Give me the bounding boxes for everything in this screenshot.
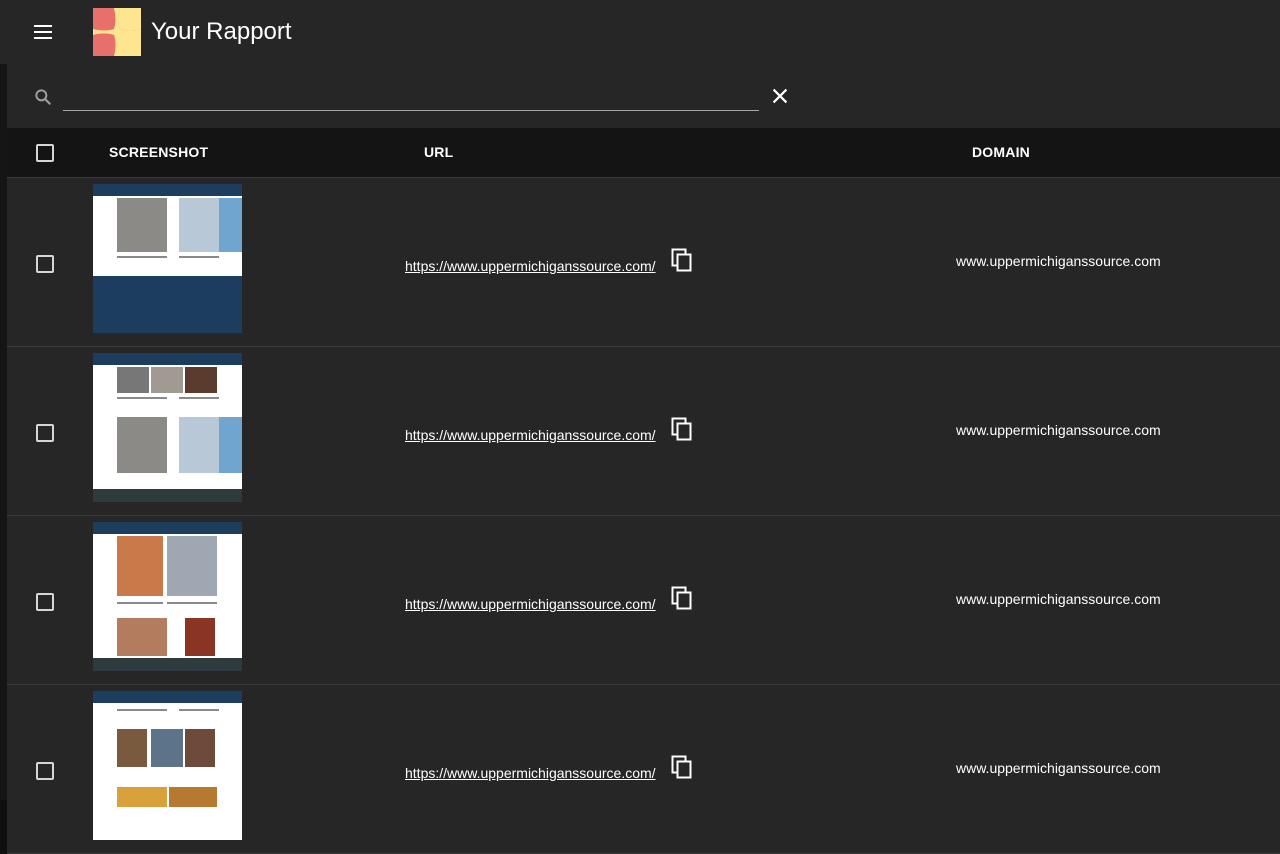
url-link[interactable]: https://www.uppermichiganssource.com/ bbox=[405, 765, 656, 781]
domain-text: www.uppermichiganssource.com bbox=[956, 422, 1161, 438]
column-header-url[interactable]: URL bbox=[424, 144, 453, 160]
row-checkbox[interactable] bbox=[36, 762, 54, 780]
search-icon bbox=[35, 89, 51, 105]
copy-icon[interactable] bbox=[671, 248, 693, 272]
table-row[interactable]: https://www.uppermichiganssource.com/ ww… bbox=[7, 516, 1280, 685]
domain-text: www.uppermichiganssource.com bbox=[956, 591, 1161, 607]
table-row[interactable]: https://www.uppermichiganssource.com/ ww… bbox=[7, 178, 1280, 347]
domain-text: www.uppermichiganssource.com bbox=[956, 760, 1161, 776]
search-input[interactable] bbox=[63, 84, 759, 111]
screenshot-thumbnail[interactable] bbox=[93, 184, 242, 333]
hamburger-menu-icon[interactable] bbox=[31, 20, 55, 44]
table-row[interactable]: https://www.uppermichiganssource.com/ ww… bbox=[7, 347, 1280, 516]
domain-text: www.uppermichiganssource.com bbox=[956, 253, 1161, 269]
app-bar: Your Rapport bbox=[0, 0, 1280, 64]
search-bar bbox=[7, 64, 1280, 128]
row-checkbox[interactable] bbox=[36, 593, 54, 611]
copy-icon[interactable] bbox=[671, 586, 693, 610]
url-link[interactable]: https://www.uppermichiganssource.com/ bbox=[405, 596, 656, 612]
url-link[interactable]: https://www.uppermichiganssource.com/ bbox=[405, 427, 656, 443]
copy-icon[interactable] bbox=[671, 417, 693, 441]
screenshot-thumbnail[interactable] bbox=[93, 353, 242, 502]
column-header-screenshot[interactable]: SCREENSHOT bbox=[109, 144, 208, 160]
left-edge-strip bbox=[0, 64, 7, 800]
copy-icon[interactable] bbox=[671, 755, 693, 779]
table-row[interactable]: https://www.uppermichiganssource.com/ ww… bbox=[7, 685, 1280, 854]
column-header-domain[interactable]: DOMAIN bbox=[972, 144, 1030, 160]
screenshot-thumbnail[interactable] bbox=[93, 691, 242, 840]
app-logo bbox=[93, 8, 141, 56]
table-header: SCREENSHOT URL DOMAIN bbox=[7, 128, 1280, 178]
close-icon[interactable] bbox=[769, 85, 791, 107]
row-checkbox[interactable] bbox=[36, 255, 54, 273]
app-title: Your Rapport bbox=[151, 18, 292, 45]
screenshot-thumbnail[interactable] bbox=[93, 522, 242, 671]
select-all-checkbox[interactable] bbox=[36, 144, 54, 162]
url-link[interactable]: https://www.uppermichiganssource.com/ bbox=[405, 258, 656, 274]
row-checkbox[interactable] bbox=[36, 424, 54, 442]
